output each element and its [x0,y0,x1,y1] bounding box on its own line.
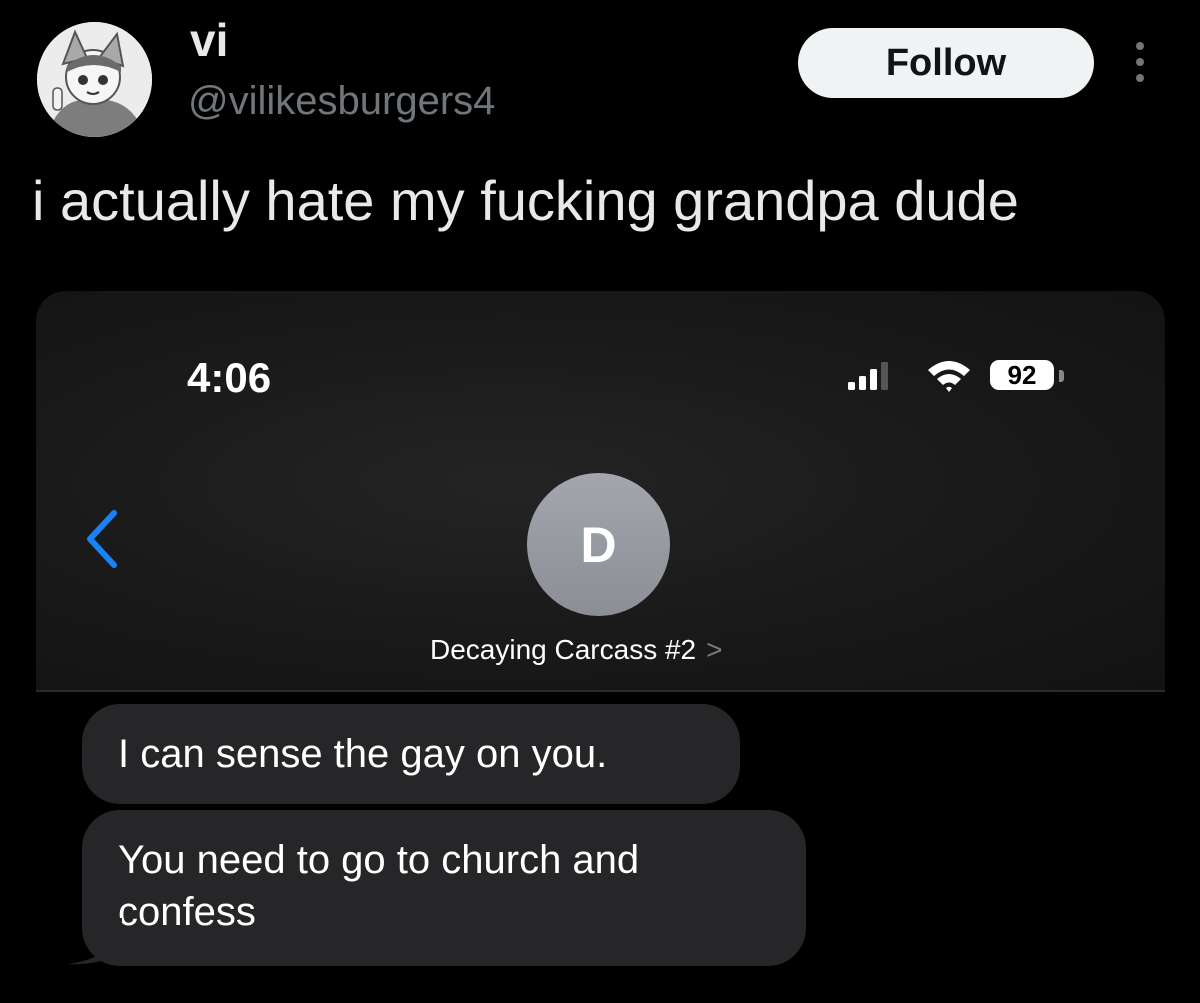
contact-name-label: Decaying Carcass #2 [430,634,697,665]
contact-avatar[interactable]: D [527,473,670,616]
message-text: You need to go to church and confess [118,838,640,934]
wifi-icon [924,358,974,394]
display-name[interactable]: vi [190,12,228,68]
battery-cap [1059,370,1064,382]
message-bubble: I can sense the gay on you. [82,704,740,804]
more-vertical-icon[interactable] [1128,40,1152,84]
battery-level: 92 [990,360,1054,390]
message-text: I can sense the gay on you. [118,732,608,776]
follow-button[interactable]: Follow [798,28,1094,98]
status-bar-time: 4:06 [187,354,272,401]
chevron-left-icon[interactable] [82,508,122,570]
tweet-text: i actually hate my fucking grandpa dude [32,169,1019,232]
screenshot-divider [36,690,1165,692]
user-handle[interactable]: @vilikesburgers4 [188,76,495,126]
anime-avatar-image [37,22,152,137]
contact-name[interactable]: Decaying Carcass #2 > [430,632,722,668]
cellular-signal-icon [846,360,896,392]
bubble-tail [64,918,124,968]
message-bubble: You need to go to church and confess [82,810,806,966]
battery-indicator: 92 [990,360,1070,394]
chevron-right-icon: > [706,634,723,665]
profile-avatar[interactable] [37,22,152,137]
